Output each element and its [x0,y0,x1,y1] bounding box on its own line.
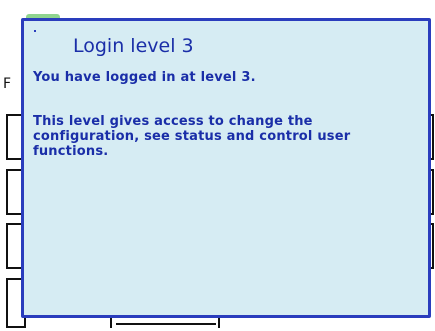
dialog-title: Login level 3 [73,35,194,57]
login-level-dialog[interactable]: Login level 3 You have logged in at leve… [21,18,431,318]
background-footer-line [116,323,216,325]
background-label-fragment: F [3,76,12,92]
dialog-corner-marker [34,30,36,32]
dialog-message-login-status: You have logged in at level 3. [33,70,256,85]
background-divider [218,318,220,328]
dialog-message-access-description: This level gives access to change the co… [33,114,351,159]
background-divider [110,318,112,328]
